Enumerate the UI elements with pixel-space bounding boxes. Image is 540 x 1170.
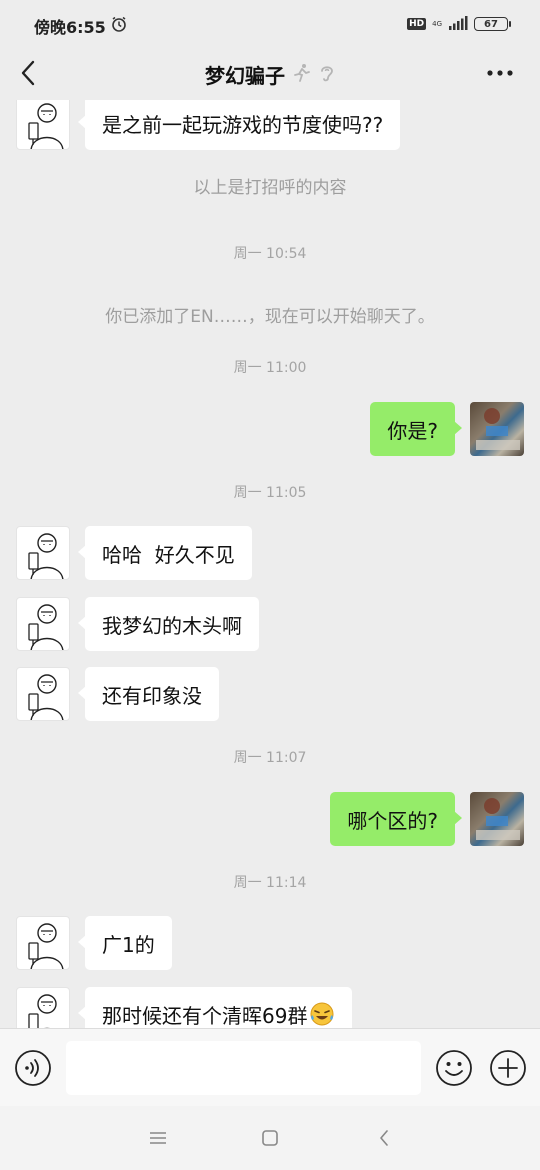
my-avatar[interactable] <box>470 792 524 846</box>
incoming-message[interactable]: 我梦幻的木头啊 <box>78 597 259 651</box>
network-type: 4G <box>432 20 442 28</box>
status-time: 傍晚6:55 <box>34 18 106 37</box>
incoming-message[interactable]: 哈哈 好久不见 <box>78 526 252 580</box>
outgoing-message[interactable]: 你是? <box>370 402 462 456</box>
emoji-button[interactable] <box>435 1049 473 1087</box>
plus-circle-icon <box>490 1050 526 1086</box>
message-text: 是之前一起玩游戏的节度使吗?? <box>102 112 384 137</box>
sketch-person-avatar-icon <box>28 674 64 720</box>
sketch-person-avatar-icon <box>28 604 64 650</box>
contact-avatar[interactable] <box>16 597 70 651</box>
message-text: 哪个区的? <box>347 808 438 833</box>
hd-badge: HD <box>407 18 427 30</box>
message-text: 我梦幻的木头啊 <box>102 613 242 638</box>
message-text: 还有印象没 <box>102 683 202 708</box>
system-notice: 你已添加了EN……，现在可以开始聊天了。 <box>105 307 435 327</box>
message-timestamp: 周一 11:14 <box>233 875 307 891</box>
battery-icon: 67 <box>474 17 511 31</box>
status-bar: 傍晚6:55 HD 4G 67 <box>0 0 540 48</box>
ear-icon <box>319 63 335 87</box>
more-options-button[interactable] <box>486 62 514 84</box>
chat-title-group: 梦幻骗子 <box>0 60 540 89</box>
laughing-tears-emoji-icon <box>309 1001 335 1027</box>
message-input-bar <box>0 1028 540 1106</box>
chat-header: 梦幻骗子 <box>0 48 540 100</box>
my-avatar[interactable] <box>470 402 524 456</box>
message-list[interactable]: 是之前一起玩游戏的节度使吗?? 以上是打招呼的内容 周一 10:54 你已添加了… <box>0 100 540 1028</box>
incoming-message[interactable]: 广1的 <box>78 916 172 970</box>
sketch-person-avatar-icon <box>28 103 64 149</box>
menu-lines-icon <box>150 1132 166 1144</box>
network-label: 4G <box>432 20 442 28</box>
message-timestamp: 周一 10:54 <box>233 246 307 262</box>
system-back-button[interactable] <box>371 1126 397 1150</box>
outgoing-message[interactable]: 哪个区的? <box>330 792 462 846</box>
voice-wave-icon <box>15 1050 51 1086</box>
message-text-input[interactable] <box>66 1041 421 1095</box>
smiley-icon <box>436 1050 472 1086</box>
battery-level: 67 <box>484 18 498 30</box>
message-text: 你是? <box>387 418 438 443</box>
sketch-person-avatar-icon <box>28 994 57 1028</box>
message-timestamp: 周一 11:05 <box>233 485 307 501</box>
chat-title: 梦幻骗子 <box>205 64 285 88</box>
more-functions-button[interactable] <box>489 1049 527 1087</box>
running-person-icon <box>293 63 311 87</box>
contact-avatar[interactable] <box>16 100 70 150</box>
message-text: 那时候还有个清晖69群 <box>102 1003 308 1028</box>
photo-avatar-icon <box>476 798 520 840</box>
message-timestamp: 周一 11:00 <box>233 360 307 376</box>
contact-avatar[interactable] <box>16 667 70 721</box>
sketch-person-avatar-icon <box>28 533 64 579</box>
recent-apps-button[interactable] <box>145 1126 171 1150</box>
sketch-person-avatar-icon <box>28 923 64 969</box>
more-dots-icon <box>487 70 513 76</box>
back-arrow-icon <box>380 1130 388 1146</box>
contact-avatar[interactable] <box>16 987 70 1028</box>
message-text: 哈哈 好久不见 <box>102 542 235 567</box>
incoming-message[interactable]: 还有印象没 <box>78 667 219 721</box>
alarm-clock-icon <box>110 15 128 37</box>
contact-avatar[interactable] <box>16 916 70 970</box>
photo-avatar-icon <box>476 408 520 450</box>
voice-input-button[interactable] <box>14 1049 52 1087</box>
incoming-message[interactable]: 那时候还有个清晖69群 <box>77 987 353 1028</box>
incoming-message[interactable]: 是之前一起玩游戏的节度使吗?? <box>77 100 401 150</box>
status-indicators: HD 4G 67 <box>407 14 511 34</box>
contact-avatar[interactable] <box>16 526 70 580</box>
home-button[interactable] <box>257 1126 283 1150</box>
message-timestamp: 周一 11:07 <box>233 750 307 766</box>
system-notice: 以上是打招呼的内容 <box>193 178 347 198</box>
home-square-icon <box>262 1130 278 1146</box>
message-text: 广1的 <box>102 932 155 957</box>
system-navigation-bar <box>0 1106 540 1170</box>
signal-icon <box>448 15 468 34</box>
